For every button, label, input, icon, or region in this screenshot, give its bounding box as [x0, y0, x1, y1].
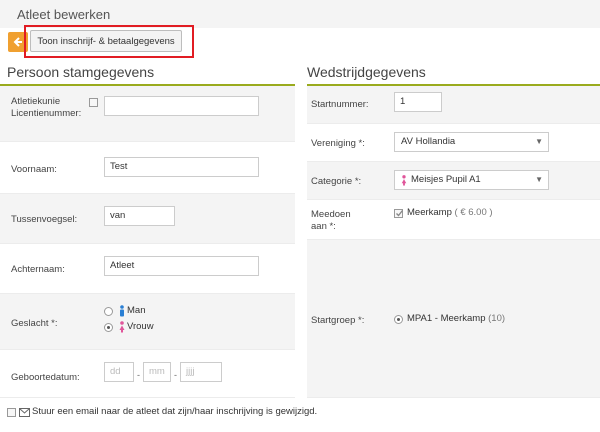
- startnumber-input[interactable]: 1: [394, 92, 442, 112]
- check-icon: [396, 210, 404, 217]
- gender-female-label: Vrouw: [127, 321, 154, 332]
- club-select-value: AV Hollandia: [401, 136, 456, 147]
- license-input[interactable]: [104, 96, 259, 116]
- female-icon: [401, 175, 407, 186]
- competition-section-title: Wedstrijdgegevens: [307, 64, 426, 80]
- lastname-input[interactable]: Atleet: [104, 256, 259, 276]
- gender-female-radio[interactable]: [104, 323, 113, 332]
- arrow-left-icon: [13, 37, 22, 47]
- startgroup-name: MPA1 - Meerkamp: [407, 313, 486, 324]
- event-price: ( € 6.00 ): [454, 207, 493, 218]
- envelope-icon: [19, 408, 30, 417]
- highlight-box: [24, 25, 194, 58]
- category-select[interactable]: Meisjes Pupil A1 ▼: [394, 170, 549, 190]
- event-checkbox[interactable]: [394, 209, 404, 218]
- license-label: Atletiekunie Licentienummer:: [11, 96, 82, 119]
- firstname-row: Voornaam: Test: [0, 142, 295, 194]
- startgroup-label: Startgroep *:: [311, 315, 365, 326]
- category-select-value: Meisjes Pupil A1: [411, 174, 481, 185]
- email-notify-label: Stuur een email naar de atleet dat zijn/…: [32, 406, 318, 417]
- gender-male-label: Man: [127, 305, 146, 316]
- startgroup-option: MPA1 - Meerkamp (10): [407, 313, 505, 325]
- gender-male-radio[interactable]: [104, 307, 113, 316]
- birthdate-label: Geboortedatum:: [11, 372, 80, 383]
- startnumber-label: Startnummer:: [311, 99, 369, 110]
- birth-year-input[interactable]: jjjj: [180, 362, 222, 382]
- prefix-input[interactable]: van: [104, 206, 175, 226]
- birthdate-row: Geboortedatum: dd - mm - jjjj: [0, 350, 295, 398]
- club-select[interactable]: AV Hollandia ▼: [394, 132, 549, 152]
- gender-label: Geslacht *:: [11, 318, 58, 329]
- startgroup-count: (10): [488, 313, 506, 324]
- birth-month-input[interactable]: mm: [143, 362, 171, 382]
- participate-row: Meedoen aan *: Meerkamp ( € 6.00 ): [307, 200, 600, 240]
- date-separator: -: [137, 370, 140, 380]
- prefix-row: Tussenvoegsel: van: [0, 194, 295, 244]
- email-notify-checkbox[interactable]: [7, 408, 16, 417]
- firstname-input[interactable]: Test: [104, 157, 259, 177]
- gender-row: Geslacht *: Man Vrouw: [0, 294, 295, 350]
- date-separator: -: [174, 370, 177, 380]
- startnumber-row: Startnummer: 1: [307, 86, 600, 124]
- firstname-label: Voornaam:: [11, 164, 57, 175]
- lastname-row: Achternaam: Atleet: [0, 244, 295, 294]
- event-name: Meerkamp: [407, 207, 452, 218]
- person-section-title: Persoon stamgegevens: [7, 64, 155, 80]
- club-label: Vereniging *:: [311, 138, 365, 149]
- club-row: Vereniging *: AV Hollandia ▼: [307, 124, 600, 162]
- category-row: Categorie *: Meisjes Pupil A1 ▼: [307, 162, 600, 200]
- header-bar: Atleet bewerken: [0, 0, 600, 28]
- female-icon: [119, 321, 125, 333]
- page-title: Atleet bewerken: [17, 7, 111, 22]
- license-row: Atletiekunie Licentienummer:: [0, 86, 295, 142]
- license-checkbox[interactable]: [89, 98, 98, 107]
- prefix-label: Tussenvoegsel:: [11, 214, 78, 225]
- chevron-down-icon: ▼: [535, 175, 543, 184]
- lastname-label: Achternaam:: [11, 264, 65, 275]
- male-icon: [120, 305, 124, 317]
- birth-day-input[interactable]: dd: [104, 362, 134, 382]
- event-option: Meerkamp ( € 6.00 ): [407, 207, 493, 219]
- startgroup-row: Startgroep *: MPA1 - Meerkamp (10): [307, 240, 600, 398]
- participate-label: Meedoen aan *:: [311, 209, 351, 232]
- chevron-down-icon: ▼: [535, 137, 543, 146]
- startgroup-radio[interactable]: [394, 315, 403, 324]
- category-label: Categorie *:: [311, 176, 362, 187]
